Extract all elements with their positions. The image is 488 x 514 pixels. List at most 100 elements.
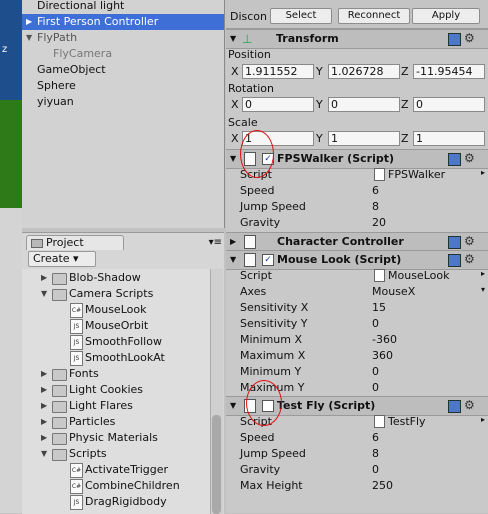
help-icon[interactable]	[448, 254, 461, 267]
object-picker-icon[interactable]: ▸	[481, 415, 485, 424]
prop-value[interactable]: 8	[372, 200, 379, 213]
prop-label: Minimum Y	[240, 365, 302, 378]
scale-y-field[interactable]: 1	[328, 131, 400, 146]
disconnect-label[interactable]: Discon	[230, 10, 267, 23]
position-z-field[interactable]: -11.95454	[413, 64, 485, 79]
folder-item[interactable]: ▼ Camera Scripts	[22, 286, 210, 302]
game-view-sliver[interactable]	[0, 100, 22, 208]
panel-menu-icon[interactable]: ▾≡	[209, 237, 222, 248]
expanded-arrow-icon[interactable]: ▼	[230, 34, 236, 43]
scale-z-field[interactable]: 1	[413, 131, 485, 146]
hierarchy-item[interactable]: Directional light	[22, 0, 224, 14]
folder-icon	[52, 273, 67, 285]
position-y-field[interactable]: 1.026728	[328, 64, 400, 79]
axes-dropdown[interactable]: MouseX	[372, 285, 415, 298]
gear-icon[interactable]: ⚙	[464, 252, 475, 266]
hierarchy-item[interactable]: FlyCamera	[22, 46, 224, 62]
collapsed-arrow-icon[interactable]: ▶	[41, 270, 47, 286]
collapsed-arrow-icon[interactable]: ▶	[41, 382, 47, 398]
hierarchy-item[interactable]: ▼ FlyPath	[22, 30, 224, 46]
expanded-arrow-icon[interactable]: ▼	[41, 286, 47, 302]
prop-value[interactable]: MouseLook	[388, 269, 449, 282]
script-item[interactable]: C# MouseLook	[22, 302, 210, 318]
transform-header[interactable]: ▼ ⊥ Transform ⚙	[226, 29, 488, 49]
position-x-field[interactable]: 1.911552	[242, 64, 314, 79]
script-item[interactable]: JS SmoothLookAt	[22, 350, 210, 366]
hierarchy-item[interactable]: GameObject	[22, 62, 224, 78]
csharp-script-icon: C#	[70, 303, 83, 318]
transform-axes-icon: ⊥	[242, 32, 253, 46]
collapsed-arrow-icon[interactable]: ▶	[41, 398, 47, 414]
collapsed-arrow-icon[interactable]: ▶	[26, 14, 32, 30]
prop-value[interactable]: 20	[372, 216, 386, 229]
prop-value[interactable]: 0	[372, 365, 379, 378]
expanded-arrow-icon[interactable]: ▼	[41, 446, 47, 462]
script-item[interactable]: C# CombineChildren	[22, 478, 210, 494]
script-item[interactable]: JS MouseOrbit	[22, 318, 210, 334]
prop-value[interactable]: 0	[372, 317, 379, 330]
folder-item[interactable]: ▶ Light Cookies	[22, 382, 210, 398]
prop-label: Max Height	[240, 479, 303, 492]
select-button[interactable]: Select	[270, 8, 332, 24]
prop-value[interactable]: FPSWalker	[388, 168, 445, 181]
expanded-arrow-icon[interactable]: ▼	[26, 30, 32, 46]
rotation-x-field[interactable]: 0	[242, 97, 314, 112]
apply-button[interactable]: Apply	[412, 8, 480, 24]
axis-x-label: X	[231, 65, 239, 78]
collapsed-arrow-icon[interactable]: ▶	[41, 430, 47, 446]
prop-value[interactable]: 0	[372, 463, 379, 476]
folder-item[interactable]: ▼ Scripts	[22, 446, 210, 462]
script-item[interactable]: JS SmoothFollow	[22, 334, 210, 350]
dropdown-arrow-icon[interactable]: ▾	[481, 285, 485, 294]
project-scrollbar-thumb[interactable]	[212, 415, 221, 514]
gear-icon[interactable]: ⚙	[464, 398, 475, 412]
help-icon[interactable]	[448, 33, 461, 46]
mouselook-header[interactable]: ▼ ✓ Mouse Look (Script) ⚙	[226, 250, 488, 270]
gear-icon[interactable]: ⚙	[464, 151, 475, 165]
folder-item[interactable]: ▶ Fonts	[22, 366, 210, 382]
prop-label: Script	[240, 269, 272, 282]
prop-value[interactable]: 6	[372, 431, 379, 444]
prop-value[interactable]: 6	[372, 184, 379, 197]
axis-y-label: Y	[316, 98, 323, 111]
prop-value[interactable]: 0	[372, 381, 379, 394]
gear-icon[interactable]: ⚙	[464, 31, 475, 45]
collapsed-arrow-icon[interactable]: ▶	[41, 414, 47, 430]
prop-value[interactable]: 250	[372, 479, 393, 492]
reconnect-button[interactable]: Reconnect	[338, 8, 410, 24]
help-icon[interactable]	[448, 236, 461, 249]
expanded-arrow-icon[interactable]: ▼	[230, 255, 236, 264]
hierarchy-item[interactable]: Sphere	[22, 78, 224, 94]
tab-project[interactable]: Project	[26, 235, 124, 250]
folder-item[interactable]: ▶ Particles	[22, 414, 210, 430]
rotation-z-field[interactable]: 0	[413, 97, 485, 112]
collapsed-arrow-icon[interactable]: ▶	[41, 366, 47, 382]
prop-value[interactable]: 8	[372, 447, 379, 460]
help-icon[interactable]	[448, 153, 461, 166]
position-label: Position	[228, 48, 271, 61]
script-item[interactable]: C# ActivateTrigger	[22, 462, 210, 478]
object-picker-icon[interactable]: ▸	[481, 168, 485, 177]
prop-value[interactable]: TestFly	[388, 415, 426, 428]
character-controller-header[interactable]: ▶ Character Controller ⚙	[226, 232, 488, 252]
prop-value[interactable]: 360	[372, 349, 393, 362]
hierarchy-item-label: First Person Controller	[37, 15, 159, 28]
folder-item[interactable]: ▶ Physic Materials	[22, 430, 210, 446]
help-icon[interactable]	[448, 400, 461, 413]
prop-value[interactable]: -360	[372, 333, 397, 346]
hierarchy-item-selected[interactable]: ▶ First Person Controller	[22, 14, 224, 30]
script-item[interactable]: JS DragRigidbody	[22, 494, 210, 510]
create-dropdown-button[interactable]: Create ▾	[28, 251, 96, 267]
gear-icon[interactable]: ⚙	[464, 234, 475, 248]
hierarchy-item[interactable]: yiyuan	[22, 94, 224, 110]
collapsed-arrow-icon[interactable]: ▶	[230, 237, 236, 246]
folder-item[interactable]: ▶ Blob-Shadow	[22, 270, 210, 286]
folder-item[interactable]: ▶ Light Flares	[22, 398, 210, 414]
rotation-y-field[interactable]: 0	[328, 97, 400, 112]
prop-value[interactable]: 15	[372, 301, 386, 314]
object-picker-icon[interactable]: ▸	[481, 269, 485, 278]
expanded-arrow-icon[interactable]: ▼	[230, 401, 236, 410]
expanded-arrow-icon[interactable]: ▼	[230, 154, 236, 163]
folder-icon	[31, 238, 43, 248]
mouselook-enabled-checkbox[interactable]: ✓	[262, 254, 274, 266]
